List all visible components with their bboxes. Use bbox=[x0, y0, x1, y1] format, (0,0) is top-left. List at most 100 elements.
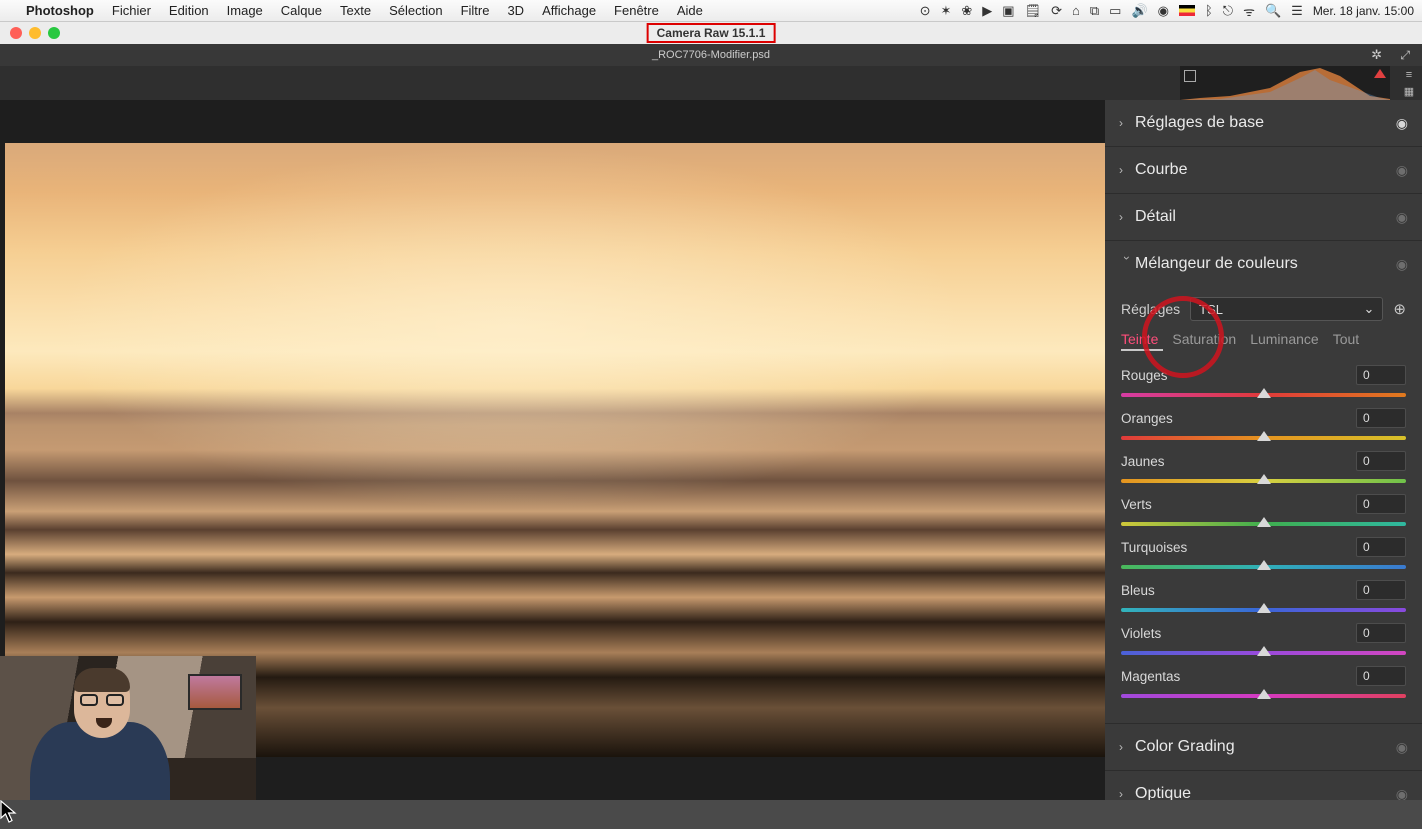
menu-affichage[interactable]: Affichage bbox=[542, 3, 596, 18]
eye-icon[interactable]: ◉ bbox=[1396, 739, 1408, 756]
eye-icon[interactable]: ◉ bbox=[1396, 162, 1408, 179]
chevron-right-icon: › bbox=[1119, 210, 1135, 224]
slider-track[interactable] bbox=[1121, 608, 1406, 612]
slider-value-input[interactable] bbox=[1356, 451, 1406, 471]
tab-teinte[interactable]: Teinte bbox=[1121, 331, 1158, 347]
slider-thumb[interactable] bbox=[1257, 603, 1271, 613]
section-basic[interactable]: › Réglages de base ◉ bbox=[1105, 100, 1422, 146]
section-optique[interactable]: › Optique ◉ bbox=[1105, 771, 1422, 800]
slider-value-input[interactable] bbox=[1356, 408, 1406, 428]
slider-value-input[interactable] bbox=[1356, 537, 1406, 557]
slider-thumb[interactable] bbox=[1257, 517, 1271, 527]
slider-thumb[interactable] bbox=[1257, 431, 1271, 441]
slider-track[interactable] bbox=[1121, 694, 1406, 698]
slider-value-input[interactable] bbox=[1356, 494, 1406, 514]
slider-track[interactable] bbox=[1121, 522, 1406, 526]
bluetooth-icon[interactable]: ᛒ bbox=[1205, 3, 1213, 18]
slider-label: Turquoises bbox=[1121, 540, 1356, 555]
eye-icon[interactable]: ◉ bbox=[1396, 115, 1408, 132]
tool-icon[interactable]: ≡ bbox=[1406, 69, 1412, 81]
menu-edition[interactable]: Edition bbox=[169, 3, 209, 18]
slider-track[interactable] bbox=[1121, 479, 1406, 483]
slider-value-input[interactable] bbox=[1356, 365, 1406, 385]
chevron-down-icon: ⌄ bbox=[1364, 301, 1375, 317]
mouse-cursor-icon bbox=[0, 800, 18, 824]
volume-icon[interactable]: 🔊 bbox=[1131, 3, 1147, 19]
slider-label: Verts bbox=[1121, 497, 1356, 512]
slider-thumb[interactable] bbox=[1257, 646, 1271, 656]
slider-turquoises[interactable]: Turquoises bbox=[1121, 537, 1406, 569]
status-icon[interactable]: ⧉ bbox=[1090, 3, 1099, 19]
histogram[interactable] bbox=[1180, 66, 1390, 100]
slider-rouges[interactable]: Rouges bbox=[1121, 365, 1406, 397]
menu-fichier[interactable]: Fichier bbox=[112, 3, 151, 18]
document-tabbar: _ROC7706-Modifier.psd ✲ ⤢ bbox=[0, 44, 1422, 66]
document-filename[interactable]: _ROC7706-Modifier.psd bbox=[652, 49, 770, 61]
status-icon[interactable]: ❀ bbox=[961, 3, 972, 19]
status-icon[interactable]: ⟳ bbox=[1051, 3, 1062, 19]
section-curve[interactable]: › Courbe ◉ bbox=[1105, 147, 1422, 193]
slider-violets[interactable]: Violets bbox=[1121, 623, 1406, 655]
menu-aide[interactable]: Aide bbox=[677, 3, 703, 18]
slider-track[interactable] bbox=[1121, 565, 1406, 569]
section-detail[interactable]: › Détail ◉ bbox=[1105, 194, 1422, 240]
status-icon[interactable]: ▣ bbox=[1002, 3, 1014, 19]
slider-thumb[interactable] bbox=[1257, 560, 1271, 570]
tab-saturation[interactable]: Saturation bbox=[1172, 331, 1236, 347]
zoom-window-button[interactable] bbox=[48, 27, 60, 39]
slider-track[interactable] bbox=[1121, 651, 1406, 655]
status-icon[interactable]: ⊙ bbox=[920, 3, 931, 19]
slider-value-input[interactable] bbox=[1356, 580, 1406, 600]
slider-thumb[interactable] bbox=[1257, 474, 1271, 484]
tab-luminance[interactable]: Luminance bbox=[1250, 331, 1319, 347]
menu-filtre[interactable]: Filtre bbox=[461, 3, 490, 18]
menu-fenetre[interactable]: Fenêtre bbox=[614, 3, 659, 18]
menu-calque[interactable]: Calque bbox=[281, 3, 322, 18]
slider-thumb[interactable] bbox=[1257, 689, 1271, 699]
eye-icon[interactable]: ◉ bbox=[1396, 209, 1408, 226]
status-icon[interactable]: ▭ bbox=[1109, 3, 1121, 19]
control-center-icon[interactable]: ☰ bbox=[1291, 3, 1303, 19]
slider-track[interactable] bbox=[1121, 436, 1406, 440]
mode-select[interactable]: TSL ⌄ bbox=[1190, 297, 1383, 321]
menu-texte[interactable]: Texte bbox=[340, 3, 371, 18]
status-icon[interactable]: ▶ bbox=[982, 3, 992, 19]
slider-oranges[interactable]: Oranges bbox=[1121, 408, 1406, 440]
status-icon[interactable]: ✶ bbox=[940, 3, 951, 19]
app-name[interactable]: Photoshop bbox=[26, 3, 94, 18]
menu-image[interactable]: Image bbox=[227, 3, 263, 18]
fullscreen-icon[interactable]: ⤢ bbox=[1400, 48, 1410, 63]
close-window-button[interactable] bbox=[10, 27, 22, 39]
section-color-grading[interactable]: › Color Grading ◉ bbox=[1105, 724, 1422, 770]
chevron-right-icon: › bbox=[1119, 787, 1135, 800]
slider-thumb[interactable] bbox=[1257, 388, 1271, 398]
wifi-icon[interactable]: ᯤ bbox=[1243, 2, 1255, 20]
tab-tout[interactable]: Tout bbox=[1333, 331, 1359, 347]
eye-icon[interactable]: ◉ bbox=[1396, 786, 1408, 801]
section-title: Détail bbox=[1135, 208, 1396, 226]
histogram-tools: ≡ ▦ bbox=[1396, 66, 1422, 100]
slider-label: Magentas bbox=[1121, 669, 1356, 684]
status-icon[interactable]: ◉ bbox=[1158, 3, 1169, 19]
search-icon[interactable]: 🔍 bbox=[1265, 3, 1281, 19]
slider-bleus[interactable]: Bleus bbox=[1121, 580, 1406, 612]
slider-magentas[interactable]: Magentas bbox=[1121, 666, 1406, 698]
menu-3d[interactable]: 3D bbox=[507, 3, 524, 18]
gear-icon[interactable]: ✲ bbox=[1371, 47, 1382, 63]
status-icon[interactable]: 🗒 bbox=[1025, 3, 1042, 19]
menu-selection[interactable]: Sélection bbox=[389, 3, 442, 18]
status-icon[interactable]: ⎋ bbox=[1223, 3, 1233, 19]
tool-icon[interactable]: ▦ bbox=[1404, 85, 1414, 98]
menubar-clock[interactable]: Mer. 18 janv. 15:00 bbox=[1313, 4, 1414, 18]
targeted-adjust-icon[interactable]: ⊕ bbox=[1393, 300, 1406, 318]
flag-belgium-icon[interactable] bbox=[1179, 5, 1195, 16]
slider-track[interactable] bbox=[1121, 393, 1406, 397]
slider-value-input[interactable] bbox=[1356, 623, 1406, 643]
minimize-window-button[interactable] bbox=[29, 27, 41, 39]
slider-value-input[interactable] bbox=[1356, 666, 1406, 686]
eye-icon[interactable]: ◉ bbox=[1396, 256, 1408, 273]
slider-jaunes[interactable]: Jaunes bbox=[1121, 451, 1406, 483]
status-icon[interactable]: ⌂ bbox=[1072, 3, 1080, 18]
section-color-mixer[interactable]: › Mélangeur de couleurs ◉ bbox=[1105, 241, 1422, 287]
slider-verts[interactable]: Verts bbox=[1121, 494, 1406, 526]
